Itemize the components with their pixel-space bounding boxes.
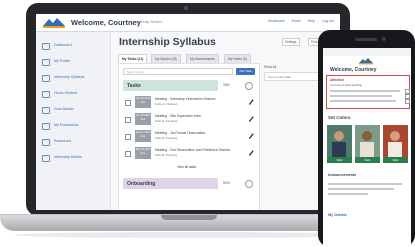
card-label: Stick (355, 157, 380, 163)
sidebar-item-dashboard[interactable]: Dashboard (42, 42, 106, 50)
alert-checkbox[interactable] (405, 94, 410, 99)
task-title: Meeting - 1st Formal Observation (155, 131, 206, 135)
university-logo-icon (359, 58, 373, 65)
sidebar-item-hours[interactable]: Hours Worked (42, 90, 106, 98)
collapse-toggle-icon[interactable] (245, 180, 253, 188)
search-input[interactable]: Search tasks (123, 68, 233, 75)
user-role: Internship Student (134, 20, 163, 24)
task-title: Meeting - 2nd Observation and Feedback S… (155, 148, 231, 152)
laptop-notch (161, 215, 217, 220)
resources-icon (42, 139, 50, 146)
settings-button[interactable]: Settings (282, 38, 300, 46)
task-row[interactable]: Mar 04 2021 Due Meeting - 2nd Observatio… (123, 146, 255, 161)
sidebar-item-goals[interactable]: Goal Builder (42, 106, 106, 114)
task-title: Meeting - Internship Orientation Session (155, 97, 216, 101)
header-link-email[interactable]: Email (292, 19, 301, 23)
sidebar-item-details[interactable]: Internship Details (42, 154, 106, 162)
color-card[interactable]: Stick (355, 125, 380, 163)
university-logo-icon (43, 18, 65, 28)
profile-icon (42, 59, 50, 66)
app-header: Welcome, Courtney Internship Student Boo… (36, 14, 340, 32)
alert-subtitle: You have 2 tasks pending (330, 83, 362, 87)
section-header-tasks[interactable]: Tasks (123, 80, 218, 91)
edit-pencil-icon[interactable] (248, 115, 254, 123)
task-checkbox[interactable] (125, 100, 131, 106)
edit-pencil-icon[interactable] (248, 98, 254, 106)
section-header-onboarding[interactable]: Onboarding (123, 178, 218, 189)
color-card[interactable]: Stick (383, 125, 408, 163)
alert-title: Attention (330, 78, 344, 82)
phone-camera (382, 37, 386, 41)
tab-bar: My Tasks (12) My Student (8) My Assessme… (118, 54, 336, 64)
sidebar: Dashboard My Profile Internship Syllabus… (36, 32, 111, 210)
add-task-button[interactable]: Add Task (236, 68, 255, 75)
my-details-link[interactable]: My Details (328, 213, 347, 217)
task-status: Submit: Finished (155, 119, 178, 123)
section-percent: 33% (223, 83, 230, 87)
phone-status-bar (323, 48, 411, 56)
alert-checkbox[interactable] (405, 99, 410, 104)
sidebar-item-syllabus[interactable]: Internship Syllabus (42, 74, 106, 82)
sidebar-item-evaluations[interactable]: My Evaluations (42, 122, 106, 130)
task-checkbox[interactable] (125, 151, 131, 157)
sidebar-item-resources[interactable]: Resources (42, 138, 106, 146)
goal-icon (42, 107, 50, 114)
laptop-screen: Welcome, Courtney Internship Student Boo… (36, 14, 340, 210)
alert-box: Attention You have 2 tasks pending (326, 75, 410, 109)
phone-screen: Welcome, Courtney Attention You have 2 t… (323, 48, 411, 247)
clock-icon (42, 91, 50, 98)
alert-text-line (330, 100, 396, 102)
task-due-date: Mar 04 2021 Due (135, 147, 151, 159)
edit-pencil-icon[interactable] (248, 149, 254, 157)
colors-heading: Set Colors (328, 115, 351, 120)
task-checkbox[interactable] (125, 117, 131, 123)
view-all-link[interactable]: View all tasks (177, 165, 196, 169)
edit-pencil-icon[interactable] (248, 132, 254, 140)
task-due-date: Feb 11 2021 Due (135, 130, 151, 142)
phone-speaker (355, 38, 377, 41)
task-status: Submit: Pending (155, 153, 178, 157)
color-card[interactable]: Stick (327, 125, 352, 163)
section-title: Tasks (127, 83, 141, 89)
alert-text-line (330, 90, 400, 92)
filter-label: Show All (264, 65, 277, 69)
tasks-panel: Search tasks Add Task Tasks 33% Jan 14 2… (118, 63, 260, 210)
task-row[interactable]: Jan 14 2021 Due Meeting - Internship Ori… (123, 95, 255, 110)
alert-checkbox[interactable] (405, 89, 410, 94)
task-row[interactable]: Jan 28 2021 Due Meeting - Site Superviso… (123, 112, 255, 127)
page-title: Internship Syllabus (119, 36, 216, 48)
details-icon (42, 155, 50, 162)
sidebar-item-profile[interactable]: My Profile (42, 58, 106, 66)
section-title: Onboarding (127, 181, 156, 187)
laptop-camera (184, 6, 188, 10)
card-label: Stick (327, 157, 352, 163)
dashboard-icon (42, 43, 50, 50)
evaluation-icon (42, 123, 50, 130)
welcome-heading: Welcome, Courtney (71, 18, 141, 27)
task-row[interactable]: Feb 11 2021 Due Meeting - 1st Formal Obs… (123, 129, 255, 144)
announcement-text-line (328, 183, 402, 185)
task-status: Submit: Pending (155, 136, 178, 140)
phone-welcome-heading: Welcome, Courtney (330, 67, 377, 73)
announcements-heading: Announcements (328, 173, 357, 177)
syllabus-icon (42, 75, 50, 82)
header-link-logout[interactable]: Log out (322, 19, 334, 23)
card-label: Stick (383, 157, 408, 163)
main-content: Internship Syllabus Settings Print My Ta… (114, 32, 336, 210)
announcement-text-line (328, 193, 368, 195)
task-due-date: Jan 14 2021 Due (135, 96, 151, 108)
section-percent: 50% (223, 181, 230, 185)
header-link-help[interactable]: Help (308, 19, 315, 23)
device-shadow (14, 232, 364, 238)
announcement-text-line (328, 188, 394, 190)
header-links: Bookmark Email Help Log out (262, 19, 334, 23)
task-title: Meeting - Site Supervisor Intro (155, 114, 201, 118)
task-checkbox[interactable] (125, 134, 131, 140)
task-status: Submit: Finished (155, 102, 178, 106)
alert-text-line (330, 95, 392, 97)
task-due-date: Jan 28 2021 Due (135, 113, 151, 125)
collapse-toggle-icon[interactable] (245, 82, 253, 90)
header-link-bookmark[interactable]: Bookmark (268, 19, 284, 23)
